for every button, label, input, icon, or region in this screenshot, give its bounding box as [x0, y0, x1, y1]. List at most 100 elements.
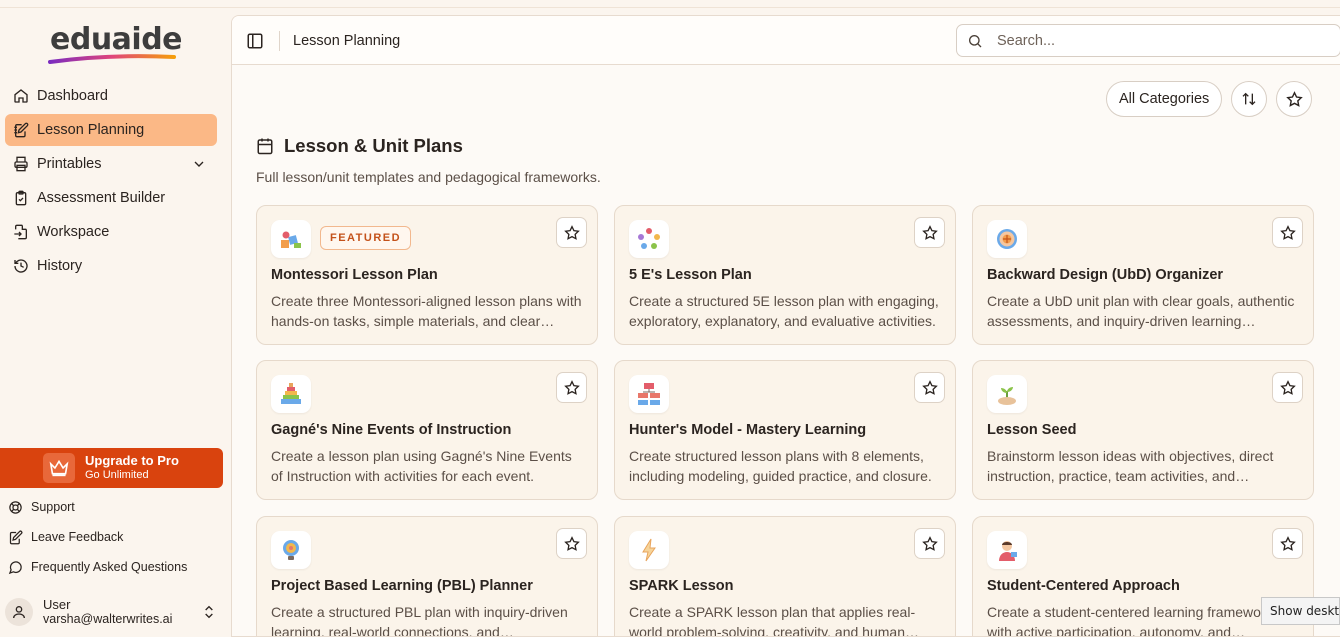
support-icon — [8, 500, 23, 515]
card-description: Create a lesson plan using Gagné's Nine … — [271, 448, 572, 484]
star-icon — [1285, 90, 1303, 107]
star-icon — [921, 379, 938, 395]
user-icon — [13, 606, 25, 619]
sidebar-item-label: Workspace — [37, 224, 110, 240]
card-title: Student-Centered Approach — [987, 578, 1180, 594]
favorite-button[interactable] — [1272, 372, 1303, 403]
crown-icon — [43, 453, 75, 483]
home-icon — [13, 88, 29, 104]
card-description: Create structured lesson plans with 8 el… — [629, 448, 932, 484]
page-title: Lesson Planning — [293, 33, 401, 49]
window-top-strip — [0, 0, 1340, 8]
sidebar-nav: Dashboard Lesson Planning Printables Ass… — [5, 80, 217, 284]
sort-arrows-icon — [1242, 92, 1256, 106]
card-title: Project Based Learning (PBL) Planner — [271, 578, 533, 594]
chevron-down-icon[interactable] — [191, 156, 207, 172]
logo-swoosh-icon — [48, 54, 176, 64]
support-link[interactable]: Support — [5, 492, 225, 522]
feedback-icon — [8, 530, 23, 545]
favorite-button[interactable] — [556, 217, 587, 248]
star-icon — [563, 379, 580, 395]
upgrade-title: Upgrade to Pro — [85, 453, 179, 468]
favorite-button[interactable] — [1272, 528, 1303, 559]
star-icon — [1279, 379, 1296, 395]
file-export-icon — [13, 224, 29, 240]
card-description: Create a UbD unit plan with clear goals,… — [987, 293, 1295, 329]
calendar-icon — [257, 138, 273, 155]
pyramid-icon — [271, 375, 311, 413]
template-card[interactable]: Hunter's Model - Mastery Learning Create… — [614, 360, 956, 500]
star-icon — [563, 535, 580, 551]
template-card[interactable]: Lesson Seed Brainstorm lesson ideas with… — [972, 360, 1314, 500]
favorite-button[interactable] — [556, 372, 587, 403]
faq-link[interactable]: Frequently Asked Questions — [5, 552, 225, 582]
favorite-button[interactable] — [914, 217, 945, 248]
lightbulb-gear-icon — [271, 531, 311, 569]
template-card[interactable]: SPARK Lesson Create a SPARK lesson plan … — [614, 516, 956, 637]
card-title: Montessori Lesson Plan — [271, 267, 438, 283]
clipboard-check-icon — [13, 190, 29, 206]
sidebar-item-assessment-builder[interactable]: Assessment Builder — [5, 182, 217, 214]
history-icon — [13, 258, 29, 274]
spark-icon — [629, 531, 669, 569]
favorite-button[interactable] — [1272, 217, 1303, 248]
card-title: 5 E's Lesson Plan — [629, 267, 752, 283]
search-icon — [969, 34, 982, 47]
leave-feedback-link[interactable]: Leave Feedback — [5, 522, 225, 552]
avatar — [5, 598, 33, 626]
search-input[interactable] — [997, 32, 1317, 49]
sidebar-item-history[interactable]: History — [5, 250, 217, 282]
template-card[interactable]: FEATURED Montessori Lesson Plan Create t… — [256, 205, 598, 345]
card-title: Lesson Seed — [987, 422, 1077, 438]
sidebar-item-workspace[interactable]: Workspace — [5, 216, 217, 248]
top-header: Lesson Planning — [232, 16, 1340, 65]
leave-feedback-label: Leave Feedback — [31, 530, 124, 544]
faq-label: Frequently Asked Questions — [31, 560, 188, 574]
sidebar-item-label: History — [37, 258, 83, 274]
main-panel: Lesson Planning All Categories Lesson & … — [231, 15, 1340, 637]
sidebar-item-label: Printables — [37, 156, 102, 172]
star-icon — [563, 224, 580, 240]
sidebar-footer-links: Support Leave Feedback Frequently Asked … — [5, 492, 225, 582]
star-icon — [1279, 535, 1296, 551]
section-description: Full lesson/unit templates and pedagogic… — [256, 169, 601, 185]
sort-button[interactable] — [1231, 81, 1268, 117]
sidebar-item-dashboard[interactable]: Dashboard — [5, 80, 217, 112]
show-desktop-tooltip: Show deskto — [1261, 597, 1340, 625]
favorite-button[interactable] — [914, 528, 945, 559]
user-menu[interactable]: User varsha@walterwrites.ai — [5, 592, 225, 632]
template-card[interactable]: Backward Design (UbD) Organizer Create a… — [972, 205, 1314, 345]
card-title: Hunter's Model - Mastery Learning — [629, 422, 867, 438]
sidebar-toggle-icon[interactable] — [246, 32, 264, 50]
user-email: varsha@walterwrites.ai — [43, 612, 173, 626]
card-description: Create three Montessori-aligned lesson p… — [271, 293, 582, 329]
support-label: Support — [31, 500, 75, 514]
sidebar: eduaide Dashboard Lesson Planning Printa… — [0, 8, 231, 637]
upgrade-to-pro-button[interactable]: Upgrade to Pro Go Unlimited — [0, 448, 223, 488]
student-icon — [987, 531, 1027, 569]
eduaide-logo[interactable]: eduaide — [48, 22, 183, 68]
card-description: Create a SPARK lesson plan that applies … — [629, 604, 916, 637]
favorites-filter-button[interactable] — [1276, 81, 1313, 117]
upgrade-subtitle: Go Unlimited — [85, 469, 149, 481]
printer-icon — [13, 156, 29, 172]
card-description: Create a student-centered learning frame… — [987, 604, 1273, 637]
favorite-button[interactable] — [556, 528, 587, 559]
sidebar-item-printables[interactable]: Printables — [5, 148, 217, 180]
header-divider — [279, 31, 280, 51]
sidebar-item-label: Lesson Planning — [37, 122, 145, 138]
card-title: Gagné's Nine Events of Instruction — [271, 422, 512, 438]
template-card[interactable]: 5 E's Lesson Plan Create a structured 5E… — [614, 205, 956, 345]
template-card[interactable]: Gagné's Nine Events of Instruction Creat… — [256, 360, 598, 500]
search-box[interactable] — [956, 24, 1340, 57]
favorite-button[interactable] — [914, 372, 945, 403]
all-categories-button[interactable]: All Categories — [1106, 81, 1223, 117]
user-name: User — [43, 597, 71, 612]
filter-bar: All Categories — [1106, 81, 1321, 117]
template-card[interactable]: Project Based Learning (PBL) Planner Cre… — [256, 516, 598, 636]
section-heading: Lesson & Unit Plans — [256, 135, 463, 157]
chevrons-up-down-icon — [205, 605, 213, 619]
sidebar-item-lesson-planning[interactable]: Lesson Planning — [5, 114, 217, 146]
org-chart-icon — [629, 375, 669, 413]
star-icon — [921, 535, 938, 551]
